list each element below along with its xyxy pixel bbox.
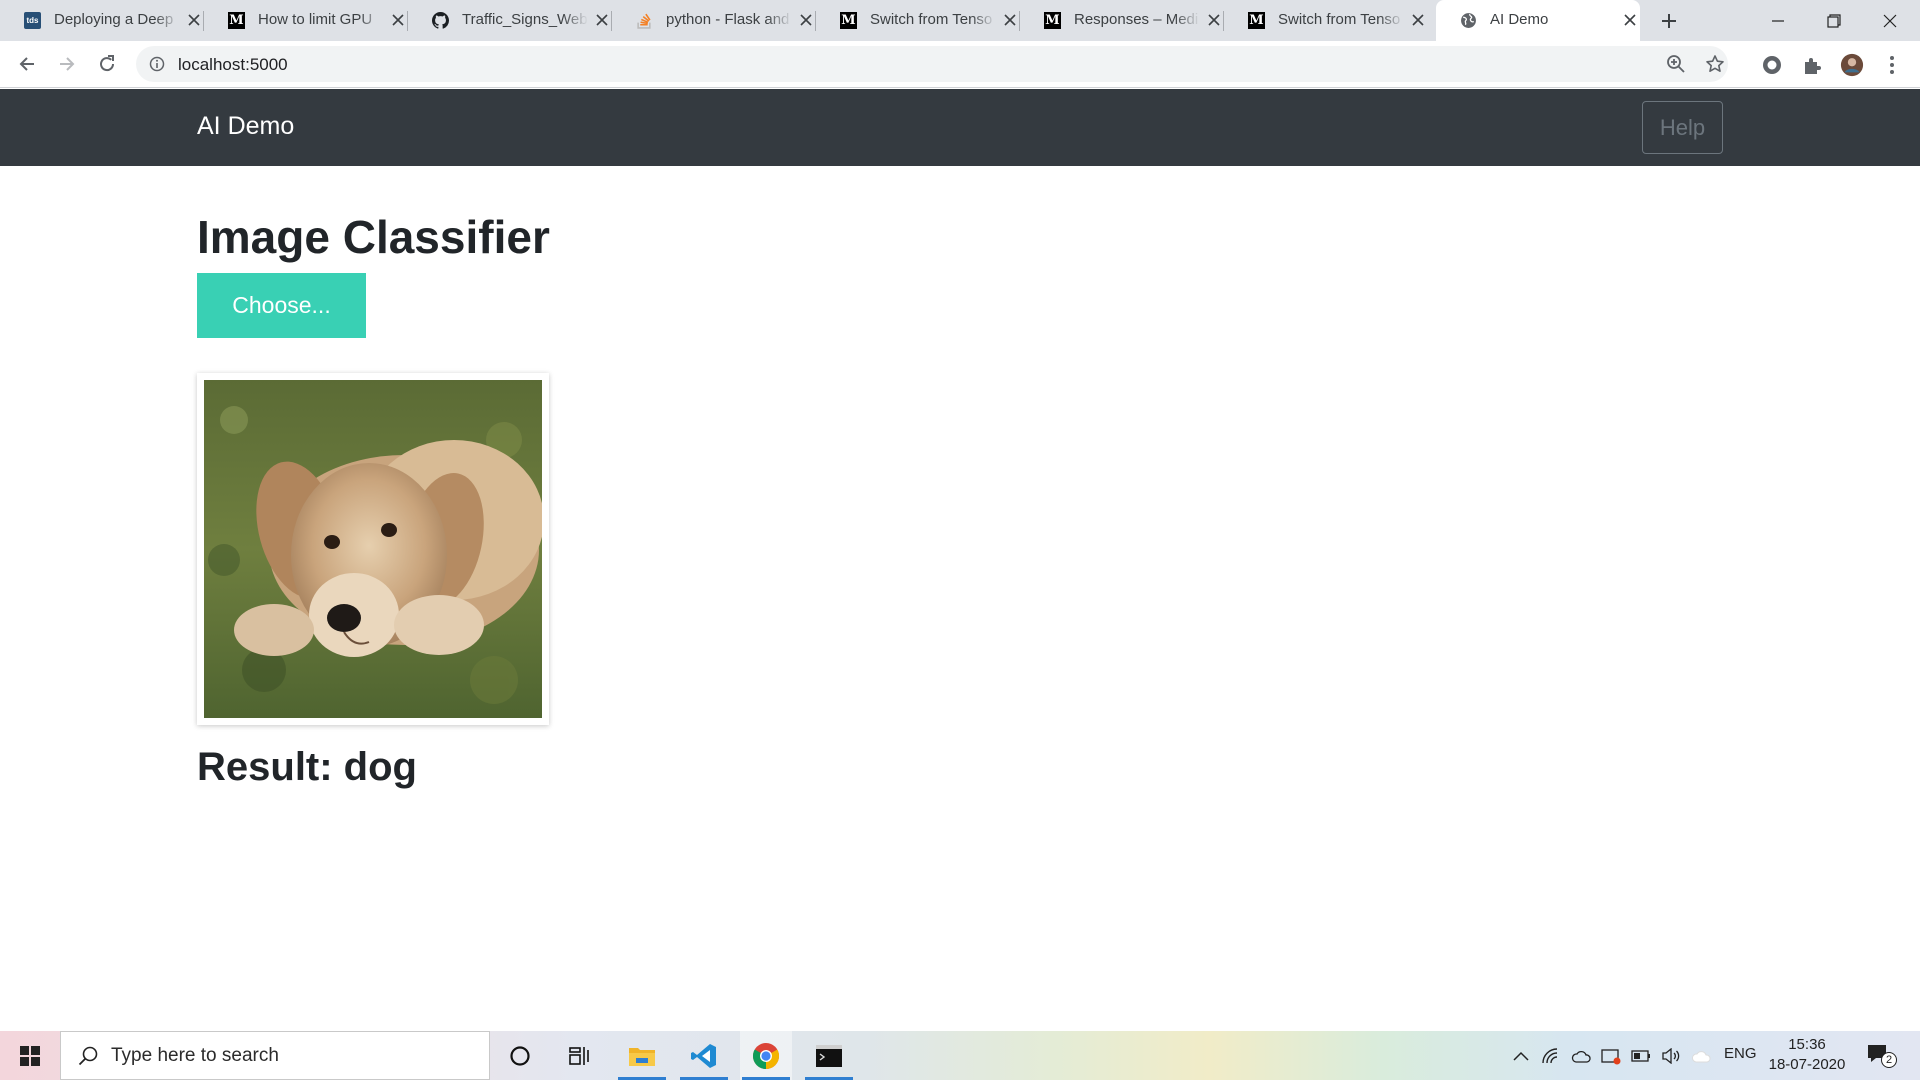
- github-favicon: [432, 12, 449, 29]
- cloud-sync-icon[interactable]: [1690, 1045, 1712, 1067]
- browser-tab-strip: tds Deploying a Deep M How to limit GPU …: [0, 0, 1920, 41]
- tab-limit-gpu[interactable]: M How to limit GPU: [204, 0, 408, 41]
- profile-avatar-icon[interactable]: [1840, 53, 1864, 77]
- tab-traffic-signs[interactable]: Traffic_Signs_Web: [408, 0, 612, 41]
- security-center-icon[interactable]: [1600, 1045, 1622, 1067]
- chrome-app[interactable]: [740, 1031, 792, 1080]
- forward-button[interactable]: [52, 49, 82, 79]
- wifi-icon[interactable]: [1540, 1045, 1562, 1067]
- volume-icon[interactable]: [1660, 1045, 1682, 1067]
- notification-count-badge: 2: [1881, 1052, 1897, 1068]
- tab-switch-tensorflow-1[interactable]: M Switch from Tenso: [816, 0, 1020, 41]
- restore-window-button[interactable]: [1806, 0, 1862, 41]
- battery-icon[interactable]: [1630, 1045, 1652, 1067]
- browser-toolbar: localhost:5000: [0, 41, 1920, 88]
- tab-deploying-deep[interactable]: tds Deploying a Deep: [0, 0, 204, 41]
- back-button[interactable]: [12, 49, 42, 79]
- tab-title: python - Flask and: [666, 11, 790, 28]
- close-tab-icon[interactable]: [390, 12, 406, 28]
- app-navbar: AI Demo Help: [0, 89, 1920, 166]
- tab-title: Traffic_Signs_Web: [462, 11, 588, 28]
- onedrive-cloud-icon[interactable]: [1570, 1045, 1592, 1067]
- action-center-button[interactable]: 2: [1864, 1041, 1900, 1071]
- close-tab-icon[interactable]: [594, 12, 610, 28]
- close-tab-icon[interactable]: [186, 12, 202, 28]
- choose-file-button[interactable]: Choose...: [197, 273, 366, 338]
- file-explorer-app[interactable]: [616, 1031, 668, 1080]
- tab-title: Deploying a Deep: [54, 11, 174, 28]
- minimize-window-button[interactable]: [1750, 0, 1806, 41]
- close-window-button[interactable]: [1862, 0, 1918, 41]
- input-language-indicator[interactable]: ENG: [1724, 1045, 1757, 1062]
- tab-responses-medium[interactable]: M Responses – Medi: [1020, 0, 1224, 41]
- medium-favicon: M: [840, 12, 857, 29]
- chrome-icon: [752, 1042, 780, 1069]
- tab-title: Switch from Tenso: [1278, 11, 1401, 28]
- terminal-app[interactable]: [803, 1031, 855, 1080]
- taskbar-search-box[interactable]: Type here to search: [60, 1031, 490, 1080]
- url-text[interactable]: localhost:5000: [178, 55, 288, 75]
- medium-favicon: M: [228, 12, 245, 29]
- folder-icon: [629, 1047, 655, 1066]
- tab-title: How to limit GPU: [258, 11, 373, 28]
- task-view-icon: [569, 1046, 589, 1065]
- search-placeholder: Type here to search: [111, 1045, 279, 1066]
- close-tab-icon[interactable]: [1206, 12, 1222, 28]
- cortana-icon: [510, 1045, 530, 1066]
- medium-favicon: M: [1248, 12, 1265, 29]
- clock-date: 18-07-2020: [1768, 1056, 1846, 1073]
- medium-favicon: M: [1044, 12, 1061, 29]
- bookmark-star-icon[interactable]: [1705, 54, 1725, 74]
- clock-time: 15:36: [1788, 1036, 1826, 1053]
- system-clock[interactable]: 15:36 18-07-2020: [1764, 1035, 1850, 1075]
- show-hidden-icons-chevron-icon[interactable]: [1510, 1045, 1532, 1067]
- navbar-brand[interactable]: AI Demo: [197, 112, 294, 141]
- tab-ai-demo[interactable]: AI Demo: [1436, 0, 1640, 41]
- image-preview: [197, 373, 549, 725]
- windows-taskbar: Type here to search ENG 15:36 18-07-2020…: [0, 1031, 1920, 1080]
- tab-python-flask[interactable]: python - Flask and: [612, 0, 816, 41]
- extension-circle-icon[interactable]: [1760, 53, 1784, 77]
- globe-favicon: [1460, 12, 1477, 29]
- reload-button[interactable]: [92, 49, 122, 79]
- uploaded-dog-image: [204, 380, 542, 718]
- close-tab-icon[interactable]: [1410, 12, 1426, 28]
- tds-favicon: tds: [24, 12, 41, 29]
- tab-title: Switch from Tenso: [870, 11, 993, 28]
- new-tab-button[interactable]: [1656, 8, 1682, 34]
- windows-logo-icon: [20, 1045, 40, 1066]
- close-tab-icon[interactable]: [1002, 12, 1018, 28]
- close-tab-icon[interactable]: [798, 12, 814, 28]
- search-icon: [77, 1045, 99, 1067]
- tab-title: AI Demo: [1490, 11, 1549, 28]
- zoom-icon[interactable]: [1666, 54, 1686, 74]
- cortana-button[interactable]: [494, 1031, 546, 1080]
- browser-menu-icon[interactable]: [1880, 53, 1904, 77]
- extensions-puzzle-icon[interactable]: [1800, 53, 1824, 77]
- classification-result: Result: dog: [197, 745, 417, 789]
- page-title: Image Classifier: [197, 211, 550, 263]
- close-tab-icon[interactable]: [1622, 12, 1638, 28]
- address-bar[interactable]: localhost:5000: [136, 46, 1728, 82]
- start-button[interactable]: [0, 1031, 60, 1080]
- vscode-app[interactable]: [678, 1031, 730, 1080]
- stackoverflow-favicon: [636, 12, 653, 29]
- tab-switch-tensorflow-2[interactable]: M Switch from Tenso: [1224, 0, 1428, 41]
- task-view-button[interactable]: [554, 1031, 606, 1080]
- tab-title: Responses – Medi: [1074, 11, 1199, 28]
- help-button[interactable]: Help: [1642, 101, 1723, 154]
- terminal-icon: [816, 1044, 842, 1067]
- site-info-icon[interactable]: [149, 56, 165, 72]
- vscode-icon: [691, 1043, 716, 1068]
